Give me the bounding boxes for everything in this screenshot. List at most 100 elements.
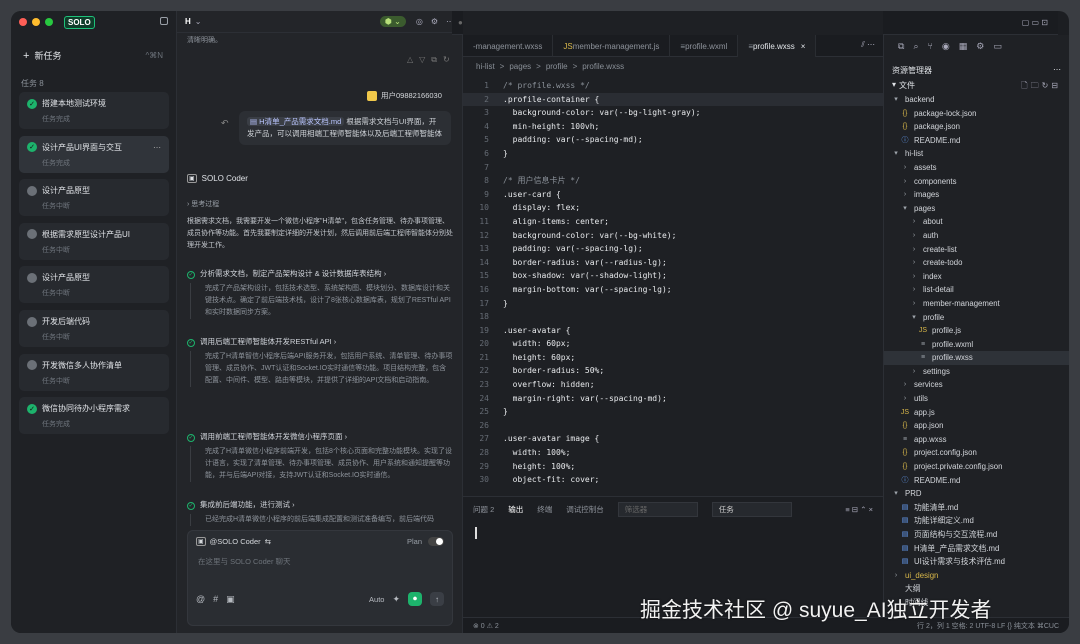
tree-item[interactable]: › components [884, 175, 1069, 189]
tree-item[interactable]: › ui_design [884, 569, 1069, 583]
undo-icon[interactable]: ↶ [221, 118, 229, 129]
tree-item[interactable]: › utils [884, 392, 1069, 406]
tree-item[interactable]: › list-detail [884, 283, 1069, 297]
task-item[interactable]: 设计产品原型 任务中断 [19, 179, 169, 217]
tree-item[interactable]: JS profile.js [884, 324, 1069, 338]
panel-tab[interactable]: 调试控制台 [566, 504, 604, 515]
tree-item[interactable]: ▾ pages [884, 202, 1069, 216]
panel-output[interactable] [475, 527, 477, 539]
breadcrumb-item[interactable]: profile.wxss [582, 62, 624, 71]
filter-input[interactable]: 筛选器 [617, 502, 698, 517]
sparkle-icon[interactable]: ✦ [392, 594, 400, 605]
search-icon[interactable]: ⌕ [913, 41, 918, 52]
mention-icon[interactable]: @ [196, 594, 205, 604]
tree-item[interactable]: ▤ 页面结构与交互流程.md [884, 528, 1069, 542]
task-item[interactable]: 开发微信多人协作清单 任务中断 [19, 353, 169, 391]
chat-input[interactable]: 在这里与 SOLO Coder 聊天 [188, 552, 452, 592]
agent-badge-icon[interactable]: ⬢ ⌄ [379, 16, 406, 27]
file-actions-icons[interactable]: 🗋🗀↻⊟ [1021, 80, 1061, 94]
task-item[interactable]: 设计产品原型 任务中断 [19, 266, 169, 304]
tree-item[interactable]: ⓘ README.md [884, 134, 1069, 148]
step-title-row[interactable]: ✓ 集成前后端功能，进行测试 › [187, 499, 453, 510]
split-editor-icon[interactable]: ⫽ ⋯ [853, 35, 883, 56]
grid-icon[interactable]: ▦ [959, 41, 968, 52]
tree-item[interactable]: › about [884, 215, 1069, 229]
branch-icon[interactable]: ⑂ [927, 41, 932, 51]
panel-tab[interactable]: 问题 2 [473, 504, 494, 515]
thinking-toggle[interactable]: › 思考过程 [187, 199, 219, 209]
more-icon[interactable]: ⋯ [153, 143, 161, 152]
task-item[interactable]: 根据需求原型设计产品UI 任务中断 [19, 222, 169, 260]
chevron-down-icon[interactable]: ⌄ [195, 17, 202, 26]
send-button[interactable]: ↑ [430, 592, 444, 606]
window-layout-icons[interactable]: ▢ ▭ ⊡ [1022, 18, 1058, 27]
tree-item[interactable]: {} project.config.json [884, 446, 1069, 460]
tree-item[interactable]: ▤ H清单_产品需求文档.md [884, 542, 1069, 556]
breadcrumb-item[interactable]: hi-list [476, 62, 495, 71]
tree-item[interactable]: ▾ backend [884, 93, 1069, 107]
gear-icon[interactable]: ⚙ [976, 41, 984, 52]
minimize-window-button[interactable] [32, 18, 40, 26]
step-title-row[interactable]: ✓ 调用后端工程师智能体开发RESTful API › [187, 336, 453, 347]
switch-agent-icon[interactable]: ⇆ [265, 537, 271, 546]
tree-item[interactable]: › assets [884, 161, 1069, 175]
task-select[interactable]: 任务 [711, 502, 792, 517]
tree-item[interactable]: ≡ profile.wxml [884, 338, 1069, 352]
tree-item[interactable]: ▤ UI设计需求与技术评估.md [884, 555, 1069, 569]
tree-item[interactable]: › create-todo [884, 256, 1069, 270]
breadcrumb-item[interactable]: profile [546, 62, 568, 71]
file-tab[interactable]: JS member-management.js [553, 35, 671, 57]
plan-toggle[interactable] [428, 537, 444, 546]
tree-item[interactable]: ≡ app.wxss [884, 433, 1069, 447]
task-item[interactable]: ✓ 搭建本地测试环境 任务完成 [19, 92, 169, 129]
file-tab[interactable]: ≡ profile.wxss × [738, 35, 817, 57]
sidebar-toggle-icon[interactable] [160, 17, 168, 25]
tree-item[interactable]: {} package.json [884, 120, 1069, 134]
tree-item[interactable]: ⓘ README.md [884, 474, 1069, 488]
mic-button[interactable]: ⏺ [408, 592, 422, 606]
screen-icon[interactable]: ▭ [993, 41, 1002, 52]
gear-icon[interactable]: ⚙ [431, 17, 438, 26]
hash-icon[interactable]: # [213, 594, 218, 604]
code-area[interactable]: 1 /* profile.wxss */ 2 .profile-container {… [463, 79, 883, 487]
tree-item[interactable]: {} app.json [884, 419, 1069, 433]
panel-tab[interactable]: 输出 [508, 504, 523, 515]
breadcrumb-item[interactable]: pages [509, 62, 531, 71]
tree-item[interactable]: › images [884, 188, 1069, 202]
task-item[interactable]: ✓ 微信协同待办小程序需求 任务完成 [19, 397, 169, 435]
tree-item[interactable]: › create-list [884, 243, 1069, 257]
auto-mode[interactable]: Auto [369, 595, 384, 604]
step-title-row[interactable]: ✓ 分析需求文档，制定产品架构设计 & 设计数据库表结构 › [187, 268, 453, 279]
problems-count[interactable]: ⊗ 0 ⚠ 2 [473, 622, 499, 630]
task-item[interactable]: ✓ 设计产品UI界面与交互 ⋯ 任务完成 [19, 135, 169, 173]
tree-item[interactable]: {} project.private.config.json [884, 460, 1069, 474]
close-icon[interactable]: × [801, 42, 806, 51]
tree-item[interactable]: ▤ 功能详细定义.md [884, 514, 1069, 528]
step-title-row[interactable]: ✓ 调用前端工程师智能体开发微信小程序页面 › [187, 431, 453, 442]
task-item[interactable]: 开发后端代码 任务中断 [19, 310, 169, 347]
tree-item[interactable]: ▤ 功能清单.md [884, 501, 1069, 515]
file-chip[interactable]: ▤ H清单_产品需求文档.md [247, 117, 345, 126]
tree-item[interactable]: ▾ hi-list [884, 147, 1069, 161]
tree-item[interactable]: ≡ profile.wxss [884, 351, 1069, 365]
zoom-window-button[interactable] [45, 18, 53, 26]
tree-item[interactable]: › member-management [884, 297, 1069, 311]
file-tab[interactable]: -management.wxss [463, 35, 554, 57]
new-task-button[interactable]: + 新任务 ^⌘N [23, 49, 163, 62]
chevron-down-icon[interactable]: ▾ [892, 80, 896, 94]
panel-actions-icons[interactable]: ≡ ⊟ ⌃ × [845, 505, 873, 514]
more-icon[interactable]: ⋯ [1053, 65, 1061, 76]
input-agent-label[interactable]: @SOLO Coder [210, 537, 261, 546]
chat-icon[interactable]: ◎ [416, 17, 423, 26]
tree-item[interactable]: ▾ PRD [884, 487, 1069, 501]
eye-icon[interactable]: ◉ [942, 41, 950, 52]
copy-icon[interactable]: ⧉ [898, 41, 904, 52]
panel-tab[interactable]: 终端 [537, 504, 552, 515]
tree-item[interactable]: JS app.js [884, 406, 1069, 420]
tree-item[interactable]: {} package-lock.json [884, 107, 1069, 121]
tree-item[interactable]: › index [884, 270, 1069, 284]
tree-item[interactable]: ▾ profile [884, 311, 1069, 325]
tree-item[interactable]: › settings [884, 365, 1069, 379]
image-icon[interactable]: ▣ [226, 594, 235, 605]
file-tab[interactable]: ≡ profile.wxml [670, 35, 739, 57]
